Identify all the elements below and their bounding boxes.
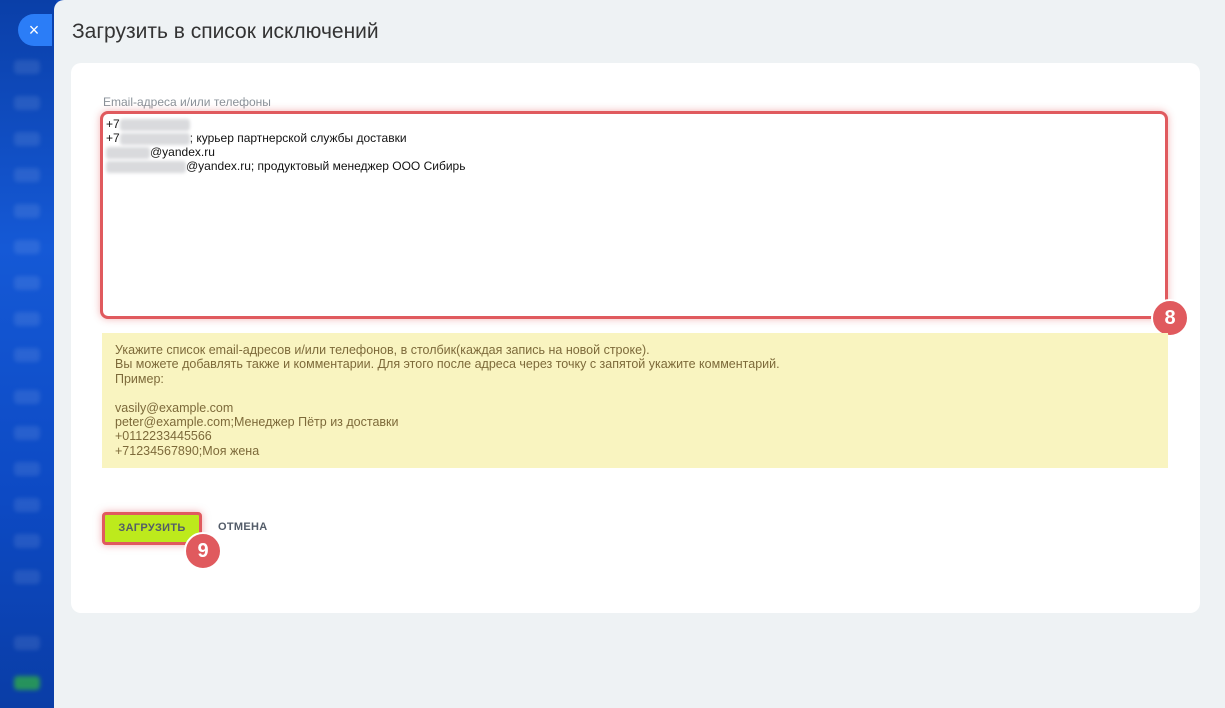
redacted-text [106, 160, 186, 173]
sidebar-item[interactable] [14, 498, 40, 512]
sidebar-item[interactable] [14, 312, 40, 326]
textarea-line: +7; курьер партнерской службы доставки [106, 131, 407, 145]
hint-line [115, 386, 1155, 400]
hint-line: Пример: [115, 371, 164, 386]
sidebar-item[interactable] [14, 426, 40, 440]
hint-example: +71234567890;Моя жена [115, 443, 260, 458]
textarea-line: @yandex.ru; продуктовый менеджер ООО Сиб… [106, 159, 1162, 173]
sidebar-item[interactable] [14, 570, 40, 584]
sidebar-item[interactable] [14, 240, 40, 254]
hint-line: Укажите список email-адресов и/или телеф… [115, 343, 650, 357]
sidebar-item-active[interactable] [14, 676, 40, 690]
sidebar-item[interactable] [14, 534, 40, 548]
field-label: Email-адреса и/или телефоны [103, 95, 271, 109]
step-badge-9: 9 [184, 532, 222, 570]
redacted-text [106, 146, 150, 159]
sidebar-item[interactable] [14, 60, 40, 74]
cancel-button[interactable]: ОТМЕНА [218, 521, 267, 533]
form-card: Email-адреса и/или телефоны +7 +7; курье… [71, 63, 1200, 613]
sidebar-item[interactable] [14, 462, 40, 476]
redacted-text [119, 132, 190, 145]
left-sidebar [0, 0, 56, 708]
hint-example: peter@example.com;Менеджер Пётр из доста… [115, 415, 399, 430]
redacted-text [119, 118, 190, 131]
recipients-textarea[interactable]: +7 +7; курьер партнерской службы доставк… [100, 111, 1168, 319]
sidebar-item[interactable] [14, 132, 40, 146]
close-button[interactable]: × [18, 14, 52, 46]
hint-box: Укажите список email-адресов и/или телеф… [102, 333, 1168, 468]
slider-panel: Загрузить в список исключений Email-адре… [54, 0, 1225, 708]
sidebar-item[interactable] [14, 204, 40, 218]
textarea-line: +7 [106, 117, 1162, 131]
sidebar-item[interactable] [14, 168, 40, 182]
sidebar-item[interactable] [14, 390, 40, 404]
textarea-line: @yandex.ru [106, 145, 1162, 159]
hint-example: +0112233445566 [115, 429, 212, 444]
sidebar-item[interactable] [14, 348, 40, 362]
hint-example: vasily@example.com [115, 400, 234, 415]
sidebar-item[interactable] [14, 276, 40, 290]
sidebar-item[interactable] [14, 96, 40, 110]
close-icon: × [28, 20, 40, 40]
page-title: Загрузить в список исключений [72, 20, 379, 43]
step-badge-8: 8 [1151, 299, 1189, 337]
hint-line: Вы можете добавлять также и комментарии.… [115, 357, 780, 372]
sidebar-item[interactable] [14, 636, 40, 650]
